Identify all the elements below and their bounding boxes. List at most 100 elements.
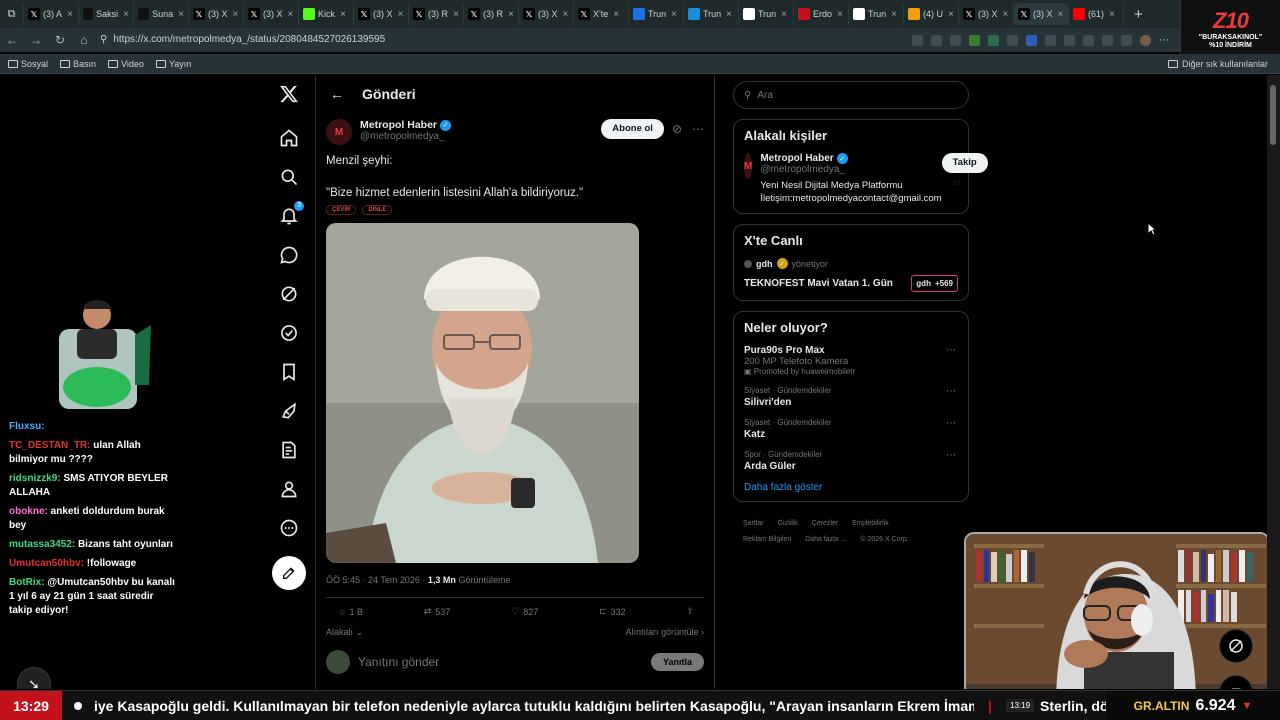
show-more-link[interactable]: Daha fazla göster <box>744 482 958 493</box>
person-avatar[interactable]: M <box>744 153 753 179</box>
close-tab-icon[interactable]: × <box>1058 9 1064 20</box>
close-tab-icon[interactable]: × <box>948 9 954 20</box>
menu-dots-icon[interactable]: ⋯ <box>1159 35 1170 46</box>
compose-post-button[interactable] <box>272 556 306 590</box>
close-tab-icon[interactable]: × <box>123 9 129 20</box>
home-icon[interactable]: ⌂ <box>72 33 96 47</box>
footer-link[interactable]: Reklam Bilgileri <box>743 536 791 543</box>
home-icon[interactable] <box>278 127 300 149</box>
verified-orgs-icon[interactable] <box>278 322 300 344</box>
bookmark-folder-yayin[interactable]: Yayın <box>155 59 191 69</box>
bookmarks-icon[interactable] <box>278 361 300 383</box>
back-arrow-icon[interactable]: ← <box>330 86 344 102</box>
close-tab-icon[interactable]: × <box>613 9 619 20</box>
bookmark-folder-basin[interactable]: Basın <box>60 59 96 69</box>
more-dots-icon[interactable]: ⋯ <box>946 450 956 461</box>
browser-tab[interactable]: 𝕏 (3) X × <box>1014 3 1069 25</box>
tab-overview-button[interactable]: ⧉ <box>0 3 24 25</box>
reply-submit-button[interactable]: Yanıtla <box>650 653 704 671</box>
profile-icon[interactable] <box>278 478 300 500</box>
page-scrollbar[interactable] <box>1267 75 1280 689</box>
scrollbar-thumb[interactable] <box>1270 85 1276 145</box>
site-info-icon[interactable]: ⚲ <box>100 31 107 49</box>
browser-tab[interactable]: 𝕏 (3) X × <box>244 3 299 25</box>
browser-tab[interactable]: 𝕏 (3) X × <box>519 3 574 25</box>
footer-link[interactable]: Şartlar <box>743 520 764 527</box>
live-host-row[interactable]: gdh ✓ yönetiyor <box>744 258 958 269</box>
browser-tab[interactable]: 𝕏 (3) X × <box>354 3 409 25</box>
split-view-icon[interactable] <box>1083 34 1094 46</box>
url-field[interactable]: ⚲ https://x.com/metropolmedya_/status/20… <box>100 31 912 49</box>
search-placeholder[interactable]: Ara <box>757 90 773 101</box>
other-bookmarks[interactable]: Diğer sık kullanılanlar <box>1167 59 1268 69</box>
bookmark-folder-video[interactable]: Video <box>108 59 144 69</box>
favorite-star-icon[interactable] <box>950 34 961 46</box>
footer-link[interactable]: Erişilebilirlik <box>852 520 889 527</box>
close-tab-icon[interactable]: × <box>288 9 294 20</box>
trend-item[interactable]: Siyaset · Gündemdekiler Katz ⋯ <box>744 418 958 440</box>
grok-icon[interactable] <box>278 283 300 305</box>
post-image[interactable] <box>326 223 639 563</box>
trend-item[interactable]: Spor · Gündemdekiler Arda Güler ⋯ <box>744 450 958 472</box>
live-event-row[interactable]: TEKNOFEST Mavi Vatan 1. Gün gdh +569 <box>744 275 958 292</box>
browser-tab[interactable]: 𝕏 (3) X × <box>189 3 244 25</box>
collections-icon[interactable] <box>1121 34 1132 46</box>
scroll-button[interactable]: ➘ <box>17 667 51 689</box>
repost-button[interactable]: ⇄ 537 <box>424 606 451 617</box>
more-dots-icon[interactable]: ⋯ <box>946 386 956 397</box>
subscribe-button[interactable]: Abone ol <box>601 119 664 139</box>
url-text[interactable]: https://x.com/metropolmedya_/status/2080… <box>113 31 385 49</box>
extension-icon[interactable] <box>969 34 980 46</box>
more-dots-icon[interactable]: ⋯ <box>946 345 956 356</box>
extension-icon[interactable] <box>912 34 923 46</box>
close-tab-icon[interactable]: × <box>837 9 843 20</box>
grok-floating-button[interactable] <box>1219 629 1253 663</box>
browser-tab[interactable]: Kick × <box>299 3 354 25</box>
close-tab-icon[interactable]: × <box>67 9 73 20</box>
close-tab-icon[interactable]: × <box>508 9 514 20</box>
browser-tab[interactable]: Trun × <box>739 3 794 25</box>
close-tab-icon[interactable]: × <box>563 9 569 20</box>
browser-tab[interactable]: Trun × <box>849 3 904 25</box>
more-dots-icon[interactable]: ⋯ <box>946 418 956 429</box>
reload-icon[interactable]: ↻ <box>48 33 72 47</box>
author-avatar[interactable]: M <box>326 119 352 145</box>
translate-chip[interactable]: ÇEVİR <box>326 205 357 215</box>
browser-tab[interactable]: 𝕏 (3) A × <box>24 3 79 25</box>
browser-tab[interactable]: 𝕏 (3) R × <box>464 3 519 25</box>
profile-avatar[interactable] <box>1140 34 1151 46</box>
communities-icon[interactable] <box>278 439 300 461</box>
close-tab-icon[interactable]: × <box>781 9 787 20</box>
close-tab-icon[interactable]: × <box>233 9 239 20</box>
trend-item[interactable]: Pura90s Pro Max 200 MP Telefoto Kamera ▣… <box>744 345 958 376</box>
messages-icon[interactable] <box>278 244 300 266</box>
notifications-bell-icon[interactable]: 3 <box>278 201 304 227</box>
browser-tab[interactable]: Erdo × <box>794 3 849 25</box>
search-box[interactable]: ⚲ Ara <box>733 81 969 109</box>
extension-icon[interactable] <box>1045 34 1056 46</box>
author-name-row[interactable]: Metropol Haber ✓ <box>360 119 452 131</box>
close-tab-icon[interactable]: × <box>453 9 459 20</box>
x-logo-icon[interactable] <box>278 83 300 105</box>
browser-tab[interactable]: Saksi × <box>79 3 134 25</box>
browser-tab[interactable]: (4) U × <box>904 3 959 25</box>
follow-button[interactable]: Takip et <box>941 153 988 188</box>
puzzle-icon[interactable] <box>1064 34 1075 46</box>
post-time[interactable]: ÖÖ 5:45 · 24 Tem 2026 · <box>326 575 425 585</box>
close-tab-icon[interactable]: × <box>178 9 184 20</box>
more-icon[interactable] <box>278 517 300 539</box>
live-listener-count[interactable]: gdh +569 <box>911 275 958 292</box>
footer-link[interactable]: Gizlilik <box>778 520 798 527</box>
footer-link[interactable]: Daha fazla ... <box>805 536 846 543</box>
reply-button[interactable]: ○ 1 B <box>340 606 363 617</box>
trend-item[interactable]: Siyaset · Gündemdekiler Silivri'den ⋯ <box>744 386 958 408</box>
grok-icon[interactable]: ⊘ <box>672 122 682 136</box>
browser-tab[interactable]: (61) × <box>1069 3 1124 25</box>
browser-tab[interactable]: Trun × <box>684 3 739 25</box>
extension-icon[interactable] <box>988 34 999 46</box>
person-name[interactable]: Metropol Haber <box>760 153 833 164</box>
view-quotes-link[interactable]: Alıntıları görüntüle › <box>625 627 704 638</box>
person-name-row[interactable]: Metropol Haber ✓ <box>760 153 941 164</box>
browser-tab[interactable]: 𝕏 (3) X × <box>959 3 1014 25</box>
more-dots-icon[interactable]: ⋯ <box>692 122 704 136</box>
